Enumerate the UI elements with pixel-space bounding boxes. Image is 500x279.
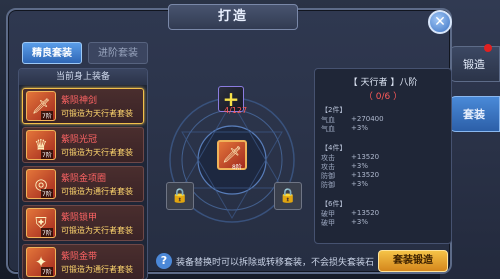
bonus-row: 防御 +13520 <box>321 171 445 180</box>
list-item[interactable]: ⛨ 7阶 紫陨锁甲 可锻造为天行者套装 <box>22 205 144 241</box>
material-count: 4/127 <box>224 106 248 115</box>
equipment-list: 当前身上装备 🗡 7阶 紫陨神剑 可锻造为天行者套装 ♛ 7阶 紫陨光冠 可锻造… <box>18 68 148 279</box>
item-desc: 可锻造为通行者套装 <box>61 265 133 274</box>
side-tab-suit[interactable]: 套装 <box>448 96 500 132</box>
footer-hint: 装备替换时可以拆除或转移套装，不会损失套装石 <box>176 258 375 268</box>
bonus-row: 破甲 +13520 <box>321 209 445 218</box>
close-icon[interactable]: ✕ <box>428 10 452 34</box>
bonus-row: 防御 +3% <box>321 180 445 189</box>
bonus-row: 攻击 +3% <box>321 162 445 171</box>
forge-item-level: 8阶 <box>232 164 242 171</box>
item-name: 紫陨金带 <box>61 252 98 262</box>
set-title: 【 天行者 】八阶 <box>348 78 418 88</box>
side-tab-forge[interactable]: 锻造 <box>448 46 500 82</box>
bonus-head: 【4件】 <box>321 144 347 152</box>
stat-value: +3% <box>351 218 368 226</box>
item-name: 紫陨金项圈 <box>61 174 107 184</box>
item-name: 紫陨光冠 <box>61 135 98 145</box>
item-name: 紫陨锁甲 <box>61 213 98 223</box>
item-level: 7阶 <box>41 228 53 237</box>
lock-icon: 🔒 <box>166 182 194 210</box>
list-item[interactable]: ◎ 7阶 紫陨金项圈 可锻造为通行者套装 <box>22 166 144 202</box>
stat-value: +13520 <box>351 171 380 179</box>
list-item[interactable]: ♛ 7阶 紫陨光冠 可锻造为天行者套装 <box>22 127 144 163</box>
item-level: 7阶 <box>41 267 53 276</box>
item-level: 7阶 <box>41 189 53 198</box>
suit-forge-button[interactable]: 套装锻造 <box>378 250 448 272</box>
stat-value: +270400 <box>351 115 384 123</box>
list-item[interactable]: 🗡 7阶 紫陨神剑 可锻造为天行者套装 <box>22 88 144 124</box>
item-desc: 可锻造为天行者套装 <box>61 109 133 118</box>
forge-area: + 4/127 🗡 8阶 🔒 🔒 <box>154 58 310 244</box>
list-item[interactable]: ✦ 7阶 紫陨金带 可锻造为通行者套装 <box>22 244 144 279</box>
bonus-2: 【2件】 气血 +270400 气血 +3% <box>321 105 445 133</box>
forge-dialog: 打造 精良套装 进阶套装 当前身上装备 🗡 7阶 紫陨神剑 可锻造为天行者套装 … <box>6 4 452 279</box>
notification-dot <box>484 44 492 52</box>
bonus-row: 气血 +270400 <box>321 115 445 124</box>
bonus-head: 【6件】 <box>321 200 347 208</box>
bonus-row: 攻击 +13520 <box>321 153 445 162</box>
stat-name: 防御 <box>321 172 335 180</box>
stat-value: +3% <box>351 162 368 170</box>
item-name: 紫陨神剑 <box>61 96 98 106</box>
bonus-row: 破甲 +3% <box>321 218 445 227</box>
bonus-row: 气血 +3% <box>321 124 445 133</box>
tab-advanced-suit[interactable]: 进阶套装 <box>88 42 148 64</box>
item-desc: 可锻造为天行者套装 <box>61 148 133 157</box>
item-level: 7阶 <box>41 150 53 159</box>
item-desc: 可锻造为通行者套装 <box>61 187 133 196</box>
stat-name: 攻击 <box>321 163 335 171</box>
item-desc: 可锻造为天行者套装 <box>61 226 133 235</box>
dialog-title: 打造 <box>168 4 298 30</box>
equipment-list-header: 当前身上装备 <box>19 69 147 85</box>
item-level: 7阶 <box>41 111 53 120</box>
bonus-head: 【2件】 <box>321 106 347 114</box>
stat-name: 气血 <box>321 116 335 124</box>
stat-value: +3% <box>351 124 368 132</box>
stat-value: +13520 <box>351 153 380 161</box>
lock-icon: 🔒 <box>274 182 302 210</box>
stat-name: 气血 <box>321 125 335 133</box>
stat-name: 攻击 <box>321 154 335 162</box>
set-bonus-panel: 【 天行者 】八阶 （ 0/6 ） 【2件】 气血 +270400 气血 +3% 【… <box>314 68 452 244</box>
set-count: （ 0/6 ） <box>363 92 403 102</box>
bonus-6: 【6件】 破甲 +13520 破甲 +3% <box>321 199 445 227</box>
stat-name: 破甲 <box>321 210 335 218</box>
stat-name: 破甲 <box>321 219 335 227</box>
stat-value: +13520 <box>351 209 380 217</box>
bonus-4: 【4件】 攻击 +13520 攻击 +3% 防御 +13520 防御 +3% <box>321 143 445 189</box>
stat-value: +3% <box>351 180 368 188</box>
tab-fine-suit[interactable]: 精良套装 <box>22 42 82 64</box>
footer: ? 装备替换时可以拆除或转移套装，不会损失套装石 套装锻造 <box>152 250 452 274</box>
question-icon[interactable]: ? <box>156 253 172 269</box>
stat-name: 防御 <box>321 181 335 189</box>
